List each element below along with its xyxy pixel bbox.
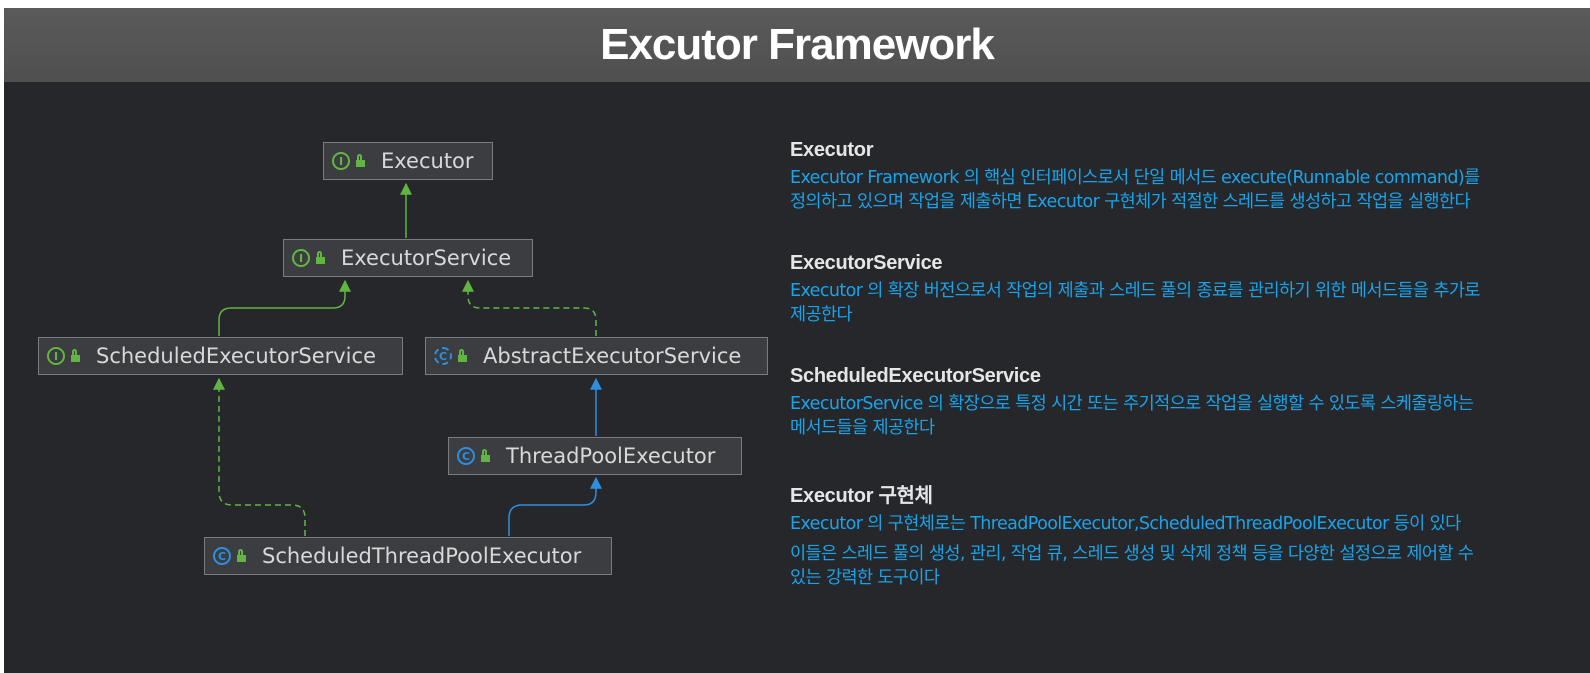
node-abstract-executor-service[interactable]: C AbstractExecutorService — [425, 337, 768, 375]
lock-icon — [71, 349, 80, 362]
lock-icon — [458, 349, 467, 362]
description-line: 있는 강력한 도구이다 — [790, 568, 940, 588]
description-executor-implementations: Executor 구현체 Executor 의 구현체로는 ThreadPool… — [790, 479, 1570, 590]
description-heading: Executor 구현체 — [790, 485, 933, 507]
node-scheduled-thread-pool-executor-label: ScheduledThreadPoolExecutor — [262, 544, 582, 568]
description-heading: ExecutorService — [790, 252, 943, 274]
description-scheduled-executor-service: ScheduledExecutorService ExecutorService… — [790, 365, 1570, 440]
slide: Excutor Framework I Executor I ExecutorS… — [4, 8, 1590, 673]
description-line: Executor 의 구현체로는 ThreadPoolExecutor,Sche… — [790, 514, 1461, 534]
abstract-class-icon: C — [434, 347, 452, 365]
description-line: 메서드들을 제공한다 — [790, 418, 935, 438]
interface-icon: I — [332, 152, 350, 170]
description-executor-service: ExecutorService Executor 의 확장 버전으로서 작업의 … — [790, 252, 1570, 327]
edge-abstract-executorservice — [462, 279, 597, 336]
interface-icon: I — [292, 249, 310, 267]
node-executor-service-label: ExecutorService — [341, 246, 512, 270]
node-scheduled-executor-service-label: ScheduledExecutorService — [96, 344, 376, 368]
lock-icon — [237, 549, 246, 562]
description-executor: Executor Executor Framework 의 핵심 인터페이스로서… — [790, 139, 1570, 214]
node-executor[interactable]: I Executor — [323, 142, 493, 180]
node-scheduled-thread-pool-executor[interactable]: C ScheduledThreadPoolExecutor — [204, 537, 612, 575]
edge-stpe-threadpool — [508, 476, 602, 536]
description-heading: ScheduledExecutorService — [790, 365, 1041, 387]
description-line: Executor Framework 의 핵심 인터페이스로서 단일 메서드 e… — [790, 168, 1480, 188]
class-icon: C — [457, 447, 475, 465]
node-abstract-executor-service-label: AbstractExecutorService — [483, 344, 742, 368]
class-diagram: I Executor I ExecutorService I Scheduled… — [4, 8, 784, 673]
lock-icon — [356, 154, 365, 167]
description-heading: Executor — [790, 139, 874, 161]
node-executor-label: Executor — [381, 149, 474, 173]
edge-stpe-scheduled — [213, 377, 306, 536]
node-thread-pool-executor[interactable]: C ThreadPoolExecutor — [448, 437, 742, 475]
lock-icon — [316, 251, 325, 264]
description-line: 이들은 스레드 풀의 생성, 관리, 작업 큐, 스레드 생성 및 삭제 정책 … — [790, 544, 1474, 564]
description-line: 정의하고 있으며 작업을 제출하면 Executor 구현체가 적절한 스레드를… — [790, 192, 1471, 212]
edge-scheduled-executorservice — [218, 279, 351, 336]
node-executor-service[interactable]: I ExecutorService — [283, 239, 533, 277]
interface-icon: I — [47, 347, 65, 365]
lock-icon — [481, 449, 490, 462]
node-scheduled-executor-service[interactable]: I ScheduledExecutorService — [38, 337, 403, 375]
description-line: ExecutorService 의 확장으로 특정 시간 또는 주기적으로 작업… — [790, 394, 1474, 414]
node-thread-pool-executor-label: ThreadPoolExecutor — [506, 444, 716, 468]
description-line: Executor 의 확장 버전으로서 작업의 제출과 스레드 풀의 종료를 관… — [790, 281, 1480, 301]
class-icon: C — [213, 547, 231, 565]
description-line: 제공한다 — [790, 305, 853, 325]
